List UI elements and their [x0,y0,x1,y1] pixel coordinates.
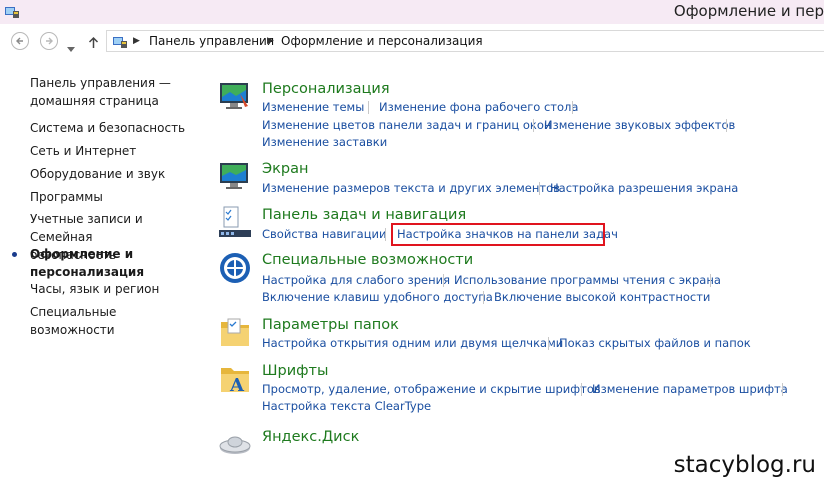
link-change-colors[interactable]: Изменение цветов панели задач и границ о… [262,118,551,132]
highlight-box [391,223,605,246]
back-button[interactable] [11,32,29,50]
breadcrumb-chevron-icon[interactable]: ▶ [133,36,140,46]
link-change-screensaver[interactable]: Изменение заставки [262,135,387,149]
arrow-right-icon [46,37,53,45]
link-separator [782,383,783,396]
control-panel-icon [4,4,20,23]
sidebar-item-home[interactable]: Панель управления — домашняя страница [30,74,200,110]
link-separator [539,182,540,195]
forward-button[interactable] [40,32,58,50]
sidebar-item-appearance[interactable]: Оформление и персонализация [30,245,200,281]
link-view-fonts[interactable]: Просмотр, удаление, отображение и скрыти… [262,382,601,396]
link-separator [548,337,549,350]
svg-text:A: A [229,375,245,396]
link-cleartype[interactable]: Настройка текста ClearType [262,399,431,413]
category-title[interactable]: Шрифты [262,363,328,379]
link-separator [443,274,444,287]
link-change-theme[interactable]: Изменение темы [262,100,364,114]
link-low-vision[interactable]: Настройка для слабого зрения [262,273,450,287]
link-navigation-properties[interactable]: Свойства навигации [262,227,387,241]
link-separator [483,291,484,304]
watermark: stacyblog.ru [673,452,816,478]
navigation-bar: ▶ Панель управления ▶ Оформление и персо… [0,24,824,58]
title-bar: Оформление и пер [0,0,824,24]
yandex-disk-icon[interactable] [218,428,252,462]
category-title[interactable]: Параметры папок [262,317,399,333]
window-title: Оформление и пер [673,2,824,20]
breadcrumb-control-panel[interactable]: Панель управления [149,34,274,48]
breadcrumb-appearance[interactable]: Оформление и персонализация [281,34,483,48]
category-title[interactable]: Персонализация [262,81,390,97]
link-high-contrast[interactable]: Включение высокой контрастности [494,290,710,304]
category-title[interactable]: Яндекс.Диск [262,429,359,445]
active-bullet-icon [12,252,17,257]
link-narrator[interactable]: Использование программы чтения с экрана [454,273,721,287]
fonts-icon[interactable]: A [218,362,252,396]
ease-of-access-icon[interactable] [218,251,252,285]
category-title[interactable]: Экран [262,161,308,177]
sidebar-item-programs[interactable]: Программы [30,188,200,206]
link-text-size[interactable]: Изменение размеров текста и других элеме… [262,181,560,195]
address-bar[interactable]: ▶ Панель управления ▶ Оформление и персо… [106,30,824,52]
display-icon[interactable] [218,160,252,194]
up-arrow-icon[interactable] [88,34,99,53]
taskbar-icon[interactable] [218,206,252,240]
folder-options-icon[interactable] [218,316,252,350]
personalization-icon[interactable] [218,80,252,114]
link-separator [581,383,582,396]
sidebar-item-accessibility[interactable]: Специальные возможности [30,303,200,339]
control-panel-icon [112,34,128,53]
link-click-options[interactable]: Настройка открытия одним или двумя щелчк… [262,336,563,350]
recent-pages-dropdown-icon[interactable] [67,38,75,57]
link-separator [710,274,711,287]
category-title[interactable]: Специальные возможности [262,252,473,268]
link-screen-resolution[interactable]: Настройка разрешения экрана [550,181,738,195]
link-separator [385,228,386,241]
link-separator [533,119,534,132]
link-separator [572,101,573,114]
sidebar-item-hardware[interactable]: Оборудование и звук [30,165,200,183]
category-title[interactable]: Панель задач и навигация [262,207,466,223]
link-hidden-files[interactable]: Показ скрытых файлов и папок [559,336,751,350]
breadcrumb-chevron-icon[interactable]: ▶ [267,36,274,46]
sidebar-item-system-security[interactable]: Система и безопасность [30,119,200,137]
link-separator [368,101,369,114]
link-sticky-keys[interactable]: Включение клавиш удобного доступа [262,290,493,304]
sidebar-item-network[interactable]: Сеть и Интернет [30,142,200,160]
sidebar-item-clock-language[interactable]: Часы, язык и регион [30,280,200,298]
link-change-sounds[interactable]: Изменение звуковых эффектов [544,118,735,132]
link-separator [726,119,727,132]
link-change-wallpaper[interactable]: Изменение фона рабочего стола [379,100,578,114]
link-font-settings[interactable]: Изменение параметров шрифта [592,382,788,396]
arrow-left-icon [16,37,23,45]
